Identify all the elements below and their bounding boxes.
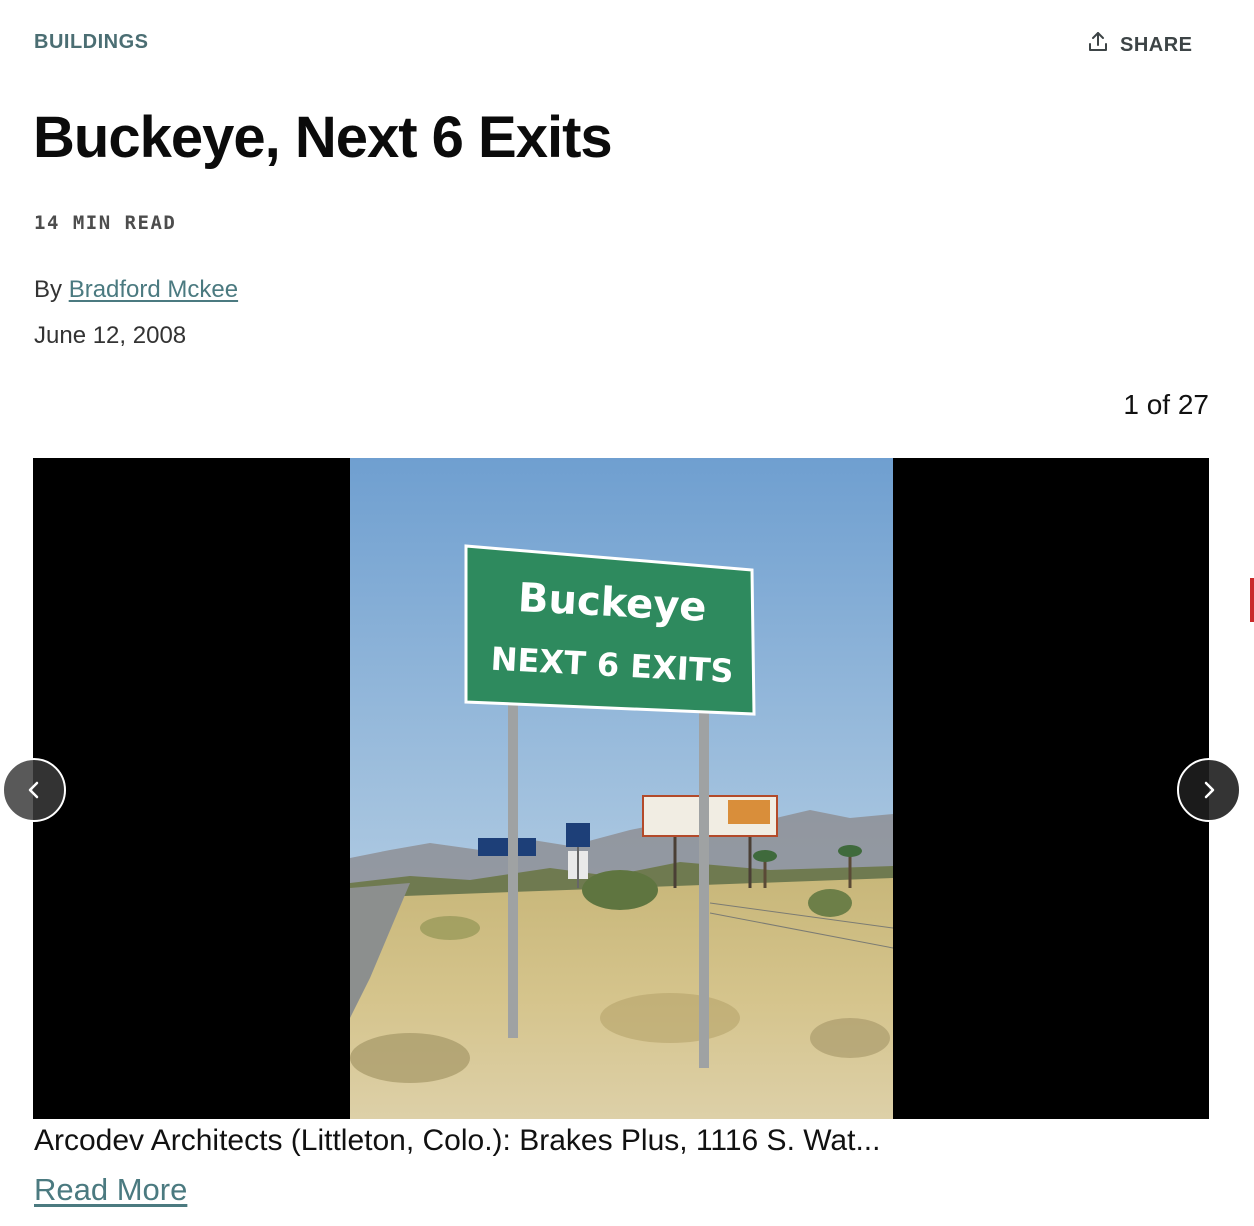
share-button[interactable]: SHARE [1086, 30, 1193, 60]
previous-slide-button[interactable] [2, 758, 66, 822]
slideshow-frame: Buckeye NEXT 6 EXITS [33, 458, 1209, 1119]
byline-prefix: By [34, 276, 63, 303]
read-more-link[interactable]: Read More [34, 1172, 187, 1208]
slide-counter: 1 of 27 [1123, 389, 1209, 420]
sign-line1: Buckeye [517, 575, 708, 631]
slide-photo: Buckeye NEXT 6 EXITS [350, 458, 893, 1119]
share-label: SHARE [1120, 33, 1193, 56]
read-time: 14 MIN READ [34, 212, 177, 234]
chevron-left-icon [28, 781, 39, 799]
category-link[interactable]: BUILDINGS [34, 31, 149, 54]
article-page: BUILDINGS SHARE Buckeye, Next 6 Exits 14… [0, 0, 1254, 1226]
byline: By Bradford Mckee [34, 276, 238, 304]
slide-caption: Arcodev Architects (Littleton, Colo.): B… [34, 1124, 881, 1157]
publish-date: June 12, 2008 [34, 322, 187, 349]
share-upload-icon [1086, 30, 1110, 60]
edge-marker [1250, 578, 1254, 622]
author-link[interactable]: Bradford Mckee [69, 276, 238, 303]
next-slide-button[interactable] [1177, 758, 1241, 822]
article-title: Buckeye, Next 6 Exits [33, 105, 613, 170]
chevron-right-icon [1204, 781, 1215, 799]
